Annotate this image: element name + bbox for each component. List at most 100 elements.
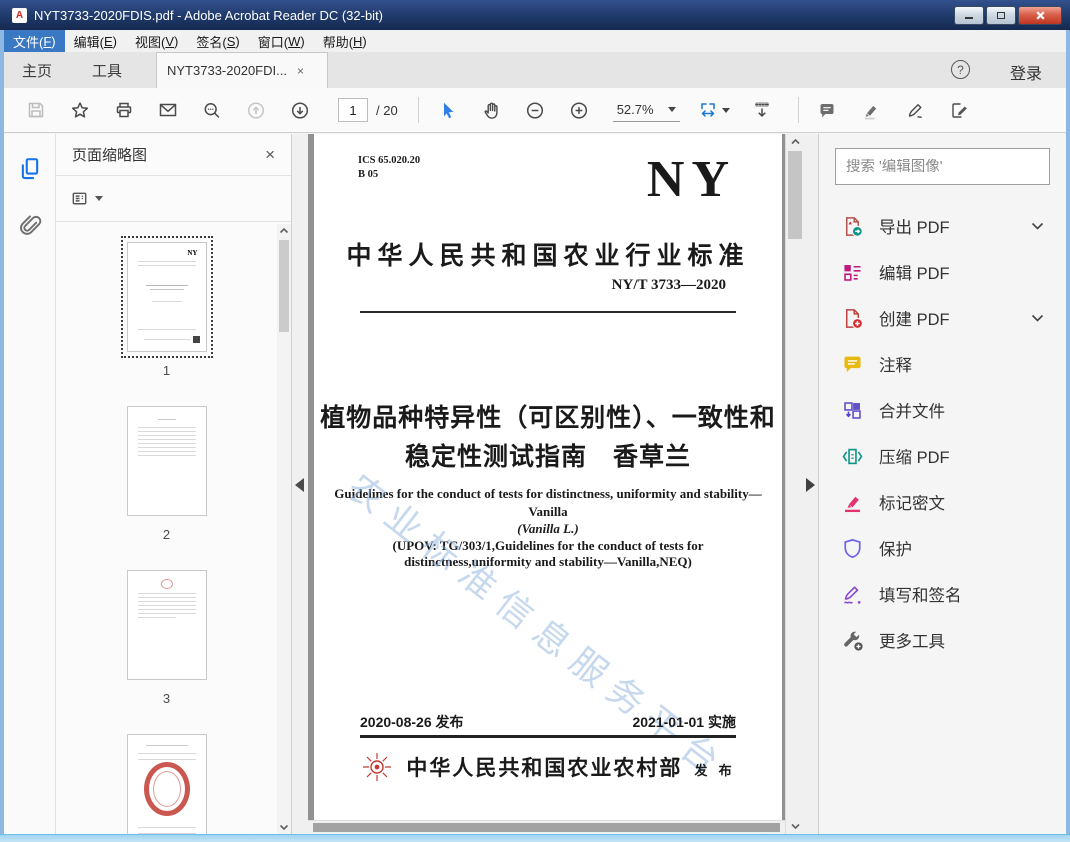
tool-more-tools[interactable]: 更多工具 (835, 617, 1050, 663)
ministry-emblem-icon (360, 750, 394, 784)
thumbnail-image: NY (120, 236, 213, 358)
tab-document[interactable]: NYT3733-2020FDI... × (156, 52, 328, 88)
header-rule (360, 311, 736, 313)
compress-pdf-icon (841, 445, 864, 468)
vertical-scrollbar[interactable] (785, 134, 804, 834)
scrollbar-thumb[interactable] (313, 823, 780, 832)
chevron-down-icon[interactable] (1031, 217, 1044, 235)
tool-comment[interactable]: 注释 (835, 341, 1050, 387)
menu-view[interactable]: 视图(V) (126, 30, 187, 52)
window-border-bottom (0, 834, 1070, 842)
thumbnail-page-4[interactable]: 4 (126, 734, 207, 834)
tool-label: 标记密文 (879, 495, 945, 513)
thumbnail-page-3[interactable]: 3 (126, 570, 207, 706)
tools-search-input[interactable] (846, 158, 1039, 175)
menu-sign[interactable]: 签名(S) (187, 30, 248, 52)
acrobat-window: A NYT3733-2020FDIS.pdf - Adobe Acrobat R… (0, 0, 1070, 842)
page-edit-icon[interactable] (949, 99, 969, 121)
adobe-acrobat-icon: A (12, 7, 27, 23)
tool-protect[interactable]: 保护 (835, 525, 1050, 571)
next-view-arrow-icon[interactable] (806, 478, 815, 492)
toolbar-separator (797, 97, 799, 123)
previous-page-icon (246, 99, 266, 121)
find-icon[interactable] (202, 99, 222, 121)
email-icon[interactable] (158, 99, 178, 121)
pdf-page: ICS 65.020.20 B 05 NY 中华人民共和国农业行业标准 NY/T… (314, 134, 782, 820)
edit-pdf-icon (841, 261, 864, 284)
scrollbar-thumb[interactable] (788, 151, 802, 239)
scroll-up-icon[interactable] (277, 227, 291, 234)
menu-window[interactable]: 窗口(W) (249, 30, 314, 52)
hand-tool-icon[interactable] (481, 99, 501, 121)
page-number-input[interactable] (338, 98, 368, 122)
more-tools-wrench-icon (841, 629, 864, 652)
scrollbar-thumb[interactable] (279, 240, 289, 332)
toolbar-separator (417, 97, 419, 123)
attachments-paperclip-icon[interactable] (17, 212, 43, 238)
select-tool-icon[interactable] (437, 99, 457, 121)
scroll-down-icon[interactable] (277, 824, 291, 831)
tool-fill-and-sign[interactable]: 填写和签名 (835, 571, 1050, 617)
chevron-down-icon[interactable] (1031, 309, 1044, 327)
ny-logo: NY (646, 151, 736, 208)
scroll-mode-button[interactable] (752, 99, 772, 121)
tool-combine-files[interactable]: 合并文件 (835, 387, 1050, 433)
fill-and-sign-icon (841, 583, 864, 606)
thumbnail-page-2[interactable]: 2 (126, 406, 207, 542)
tool-compress-pdf[interactable]: 压缩 PDF (835, 433, 1050, 479)
menu-file[interactable]: 文件(F) (4, 30, 65, 52)
panel-close-icon[interactable]: × (265, 145, 275, 165)
document-viewport[interactable]: ICS 65.020.20 B 05 NY 中华人民共和国农业行业标准 NY/T… (308, 134, 785, 834)
tab-tools[interactable]: 工具 (92, 52, 122, 88)
combine-files-icon (841, 399, 864, 422)
tool-label: 导出 PDF (879, 219, 950, 237)
thumbnail-page-1[interactable]: NY 1 (120, 236, 213, 378)
panel-scrollbar[interactable] (277, 224, 291, 834)
previous-view-arrow-icon[interactable] (295, 478, 304, 492)
export-pdf-icon (841, 215, 864, 238)
scroll-up-icon[interactable] (786, 138, 804, 145)
tab-close-icon[interactable]: × (297, 64, 304, 78)
print-icon[interactable] (114, 99, 134, 121)
fit-width-dropdown[interactable] (698, 99, 730, 121)
maximize-button[interactable] (986, 6, 1016, 25)
favorites-star-icon[interactable] (70, 99, 90, 121)
horizontal-scrollbar[interactable] (308, 820, 785, 834)
comment-icon[interactable] (817, 99, 837, 121)
menu-help[interactable]: 帮助(H) (314, 30, 376, 52)
tool-label: 压缩 PDF (879, 449, 950, 467)
thumbnail-number: 3 (162, 691, 171, 706)
zoom-in-icon[interactable] (569, 99, 589, 121)
maximize-icon (997, 12, 1005, 19)
tool-label: 填写和签名 (879, 587, 962, 605)
tool-create-pdf[interactable]: 创建 PDF (835, 295, 1050, 341)
help-icon[interactable]: ? (951, 60, 970, 79)
fill-sign-icon[interactable] (905, 99, 925, 121)
scroll-down-icon[interactable] (786, 823, 804, 830)
tools-panel: 导出 PDF 编辑 PDF 创建 PDF 注释 合并文件 (818, 134, 1066, 834)
tab-home[interactable]: 主页 (22, 52, 52, 88)
save-icon[interactable] (26, 99, 46, 121)
zoom-out-icon[interactable] (525, 99, 545, 121)
sign-in-button[interactable]: 登录 (1010, 60, 1042, 84)
window-title: NYT3733-2020FDIS.pdf - Adobe Acrobat Rea… (34, 7, 384, 23)
tool-edit-pdf[interactable]: 编辑 PDF (835, 249, 1050, 295)
tool-redact[interactable]: 标记密文 (835, 479, 1050, 525)
next-page-icon[interactable] (290, 99, 310, 121)
issue-date: 2020-08-26 发布 (360, 714, 464, 730)
menu-edit[interactable]: 编辑(E) (65, 30, 126, 52)
implement-date: 2021-01-01 实施 (632, 714, 736, 730)
tab-bar: 主页 工具 NYT3733-2020FDI... × ? 登录 (4, 52, 1066, 88)
comment-icon (841, 353, 864, 376)
close-button[interactable] (1018, 6, 1062, 25)
tools-search-box[interactable] (835, 148, 1050, 185)
minimize-button[interactable] (954, 6, 984, 25)
zoom-level-dropdown[interactable]: 52.7% (612, 98, 680, 122)
page-forward-strip (804, 134, 818, 834)
tool-export-pdf[interactable]: 导出 PDF (835, 203, 1050, 249)
chevron-down-icon (95, 196, 103, 201)
highlight-icon[interactable] (861, 99, 881, 121)
left-nav-strip (4, 134, 56, 834)
thumbnail-options-icon[interactable] (70, 189, 89, 208)
page-thumbnails-icon[interactable] (17, 156, 43, 182)
